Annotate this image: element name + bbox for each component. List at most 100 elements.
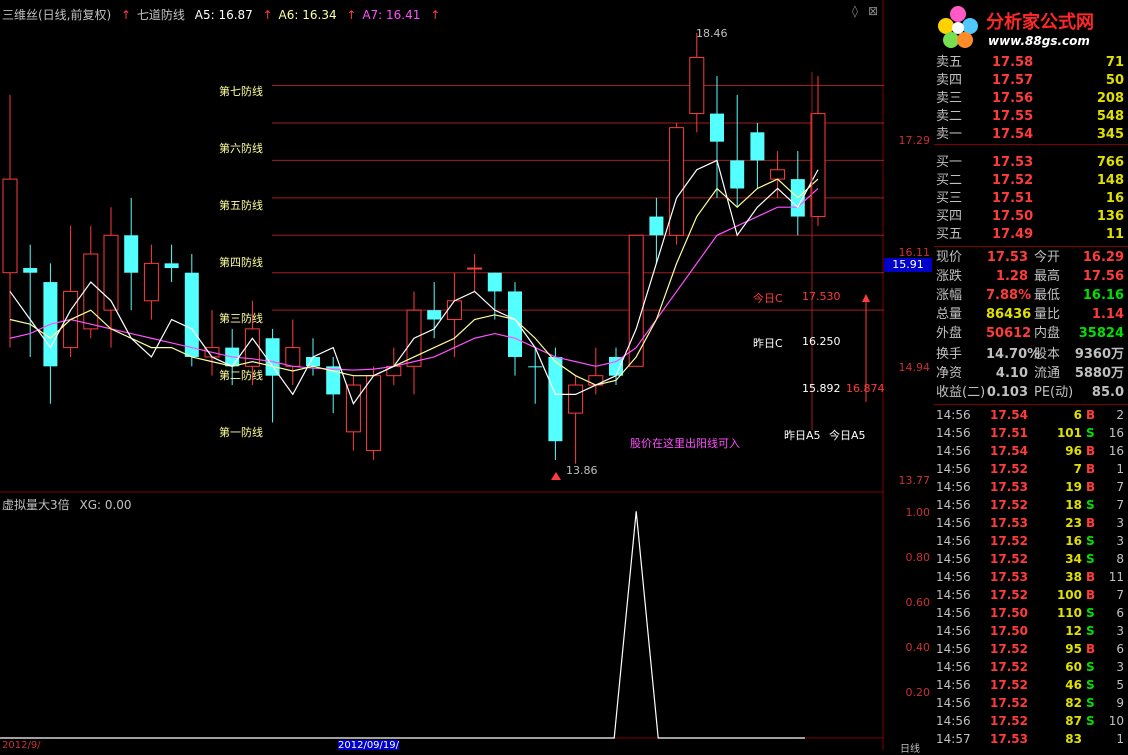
bid-volume: 136 <box>1096 209 1124 224</box>
defense-line-1-label: 第一防线 <box>219 426 263 439</box>
defense-line-2-label: 第二防线 <box>219 369 263 382</box>
tick-time: 14:56 <box>936 498 971 512</box>
high-price-label: 18.46 <box>696 27 728 40</box>
ask-row[interactable]: 卖四 17.57 50 <box>934 72 1128 90</box>
tick-row[interactable]: 14:56 17.52 46 S 5 <box>934 676 1128 694</box>
tick-volume: 110 <box>1056 606 1082 620</box>
tick-price: 17.50 <box>990 606 1028 620</box>
tick-time: 14:56 <box>936 678 971 692</box>
tick-row[interactable]: 14:56 17.53 38 B 11 <box>934 568 1128 586</box>
tick-count: 5 <box>1116 678 1124 692</box>
tick-row[interactable]: 14:56 17.51 101 S 16 <box>934 424 1128 442</box>
stat-label: 净资 <box>936 366 963 381</box>
bid-level-label: 买五 <box>936 227 963 242</box>
volume-tick: 0.80 <box>905 551 931 564</box>
tick-row[interactable]: 14:56 17.54 96 B 16 <box>934 442 1128 460</box>
stat-value: 50612 <box>986 326 1032 341</box>
stat-row: 换手 14.70% 股本 9360万 <box>934 345 1128 364</box>
tick-row[interactable]: 14:56 17.53 23 B 3 <box>934 514 1128 532</box>
ask-row[interactable]: 卖五 17.58 71 <box>934 54 1128 72</box>
ask-price: 17.56 <box>992 91 1034 106</box>
tick-time: 14:56 <box>936 426 971 440</box>
site-logo[interactable]: 分析家公式网 www.88gs.com <box>934 0 1128 54</box>
volume-indicator-name[interactable]: 虚拟量大3倍 <box>2 498 70 512</box>
tick-row[interactable]: 14:56 17.54 6 B 2 <box>934 406 1128 424</box>
stat-label: 外盘 <box>936 326 963 341</box>
ask-row[interactable]: 卖一 17.54 345 <box>934 126 1128 144</box>
logo-url[interactable]: www.88gs.com <box>988 34 1090 48</box>
ask-level-label: 卖五 <box>936 55 963 70</box>
tick-row[interactable]: 14:56 17.52 95 B 6 <box>934 640 1128 658</box>
bid-row[interactable]: 买三 17.51 16 <box>934 190 1128 208</box>
stock-title[interactable]: 三维丝(日线,前复权) <box>2 8 111 22</box>
chart-option-icon[interactable]: ◊ <box>852 4 858 18</box>
tick-time: 14:56 <box>936 714 971 728</box>
tick-row[interactable]: 14:56 17.52 87 S 10 <box>934 712 1128 730</box>
candle-body <box>164 263 179 269</box>
bid-volume: 11 <box>1105 227 1124 242</box>
tick-volume: 19 <box>1065 480 1082 494</box>
tick-time: 14:56 <box>936 408 971 422</box>
chart-area[interactable]: 三维丝(日线,前复权) ↑ 七道防线 A5: 16.87 ↑ A6: 16.34… <box>0 0 885 751</box>
tick-row[interactable]: 14:56 17.52 100 B 7 <box>934 586 1128 604</box>
tick-row[interactable]: 14:56 17.53 19 B 7 <box>934 478 1128 496</box>
candlestick-chart[interactable] <box>0 0 884 750</box>
candle-body <box>184 272 199 357</box>
stat-value: 7.88% <box>986 288 1032 303</box>
price-tick: 14.94 <box>898 361 931 374</box>
tick-price: 17.52 <box>990 534 1028 548</box>
today-c-label: 今日C <box>753 292 783 305</box>
tick-row[interactable]: 14:56 17.50 12 S 3 <box>934 622 1128 640</box>
stat-value: 86436 <box>986 307 1032 322</box>
tick-row[interactable]: 14:56 17.52 82 S 9 <box>934 694 1128 712</box>
volume-tick: 0.40 <box>905 641 931 654</box>
tick-price: 17.53 <box>990 732 1028 746</box>
tick-side: B <box>1086 516 1096 530</box>
tick-volume: 95 <box>1065 642 1082 656</box>
tick-volume: 96 <box>1065 444 1082 458</box>
candle-body <box>548 356 563 442</box>
tick-row[interactable]: 14:56 17.52 16 S 3 <box>934 532 1128 550</box>
tick-row[interactable]: 14:57 17.53 83 1 <box>934 730 1128 748</box>
tick-time: 14:56 <box>936 462 971 476</box>
stat-label: 股本 <box>1034 347 1061 362</box>
tick-count: 3 <box>1116 660 1124 674</box>
tick-time: 14:56 <box>936 534 971 548</box>
indicator-name[interactable]: 七道防线 <box>137 8 185 22</box>
bid-row[interactable]: 买二 17.52 148 <box>934 172 1128 190</box>
period-tab[interactable]: 日线 <box>900 740 920 755</box>
bid-row[interactable]: 买四 17.50 136 <box>934 208 1128 226</box>
candle-body <box>366 375 382 452</box>
ask-volume: 208 <box>1096 91 1124 106</box>
stat-row: 净资 4.10 流通 5880万 <box>934 364 1128 383</box>
today-c-value: 17.530 <box>802 290 841 303</box>
tick-side: S <box>1086 606 1095 620</box>
tick-time: 14:56 <box>936 696 971 710</box>
tick-price: 17.52 <box>990 498 1028 512</box>
close-icon[interactable]: ⊠ <box>868 4 878 18</box>
candle-body <box>265 338 280 376</box>
volume-tick: 0.60 <box>905 596 931 609</box>
stat-row: 总量 86436 量比 1.14 <box>934 305 1128 324</box>
tick-side: B <box>1086 462 1096 476</box>
quote-panel: 分析家公式网 www.88gs.com 卖五 17.58 71 卖四 17.57 50 卖三… <box>934 0 1128 750</box>
tick-row[interactable]: 14:56 17.52 60 S 3 <box>934 658 1128 676</box>
tick-row[interactable]: 14:56 17.52 7 B 1 <box>934 460 1128 478</box>
bid-level-label: 买二 <box>936 173 963 188</box>
ask-price: 17.57 <box>992 73 1034 88</box>
ask-row[interactable]: 卖三 17.56 208 <box>934 90 1128 108</box>
tick-row[interactable]: 14:56 17.52 34 S 8 <box>934 550 1128 568</box>
tick-row[interactable]: 14:56 17.52 18 S 7 <box>934 496 1128 514</box>
tick-count: 9 <box>1116 696 1124 710</box>
yest-a5-label: 昨日A5 <box>784 429 821 442</box>
bid-level-label: 买一 <box>936 155 963 170</box>
tick-count: 8 <box>1116 552 1124 566</box>
tick-row[interactable]: 14:56 17.50 110 S 6 <box>934 604 1128 622</box>
tick-price: 17.51 <box>990 426 1028 440</box>
tick-count: 7 <box>1116 588 1124 602</box>
bid-row[interactable]: 买一 17.53 766 <box>934 154 1128 172</box>
bid-row[interactable]: 买五 17.49 11 <box>934 226 1128 244</box>
logo-name: 分析家公式网 <box>986 12 1094 33</box>
stat-label: 涨幅 <box>936 288 963 303</box>
ask-row[interactable]: 卖二 17.55 548 <box>934 108 1128 126</box>
